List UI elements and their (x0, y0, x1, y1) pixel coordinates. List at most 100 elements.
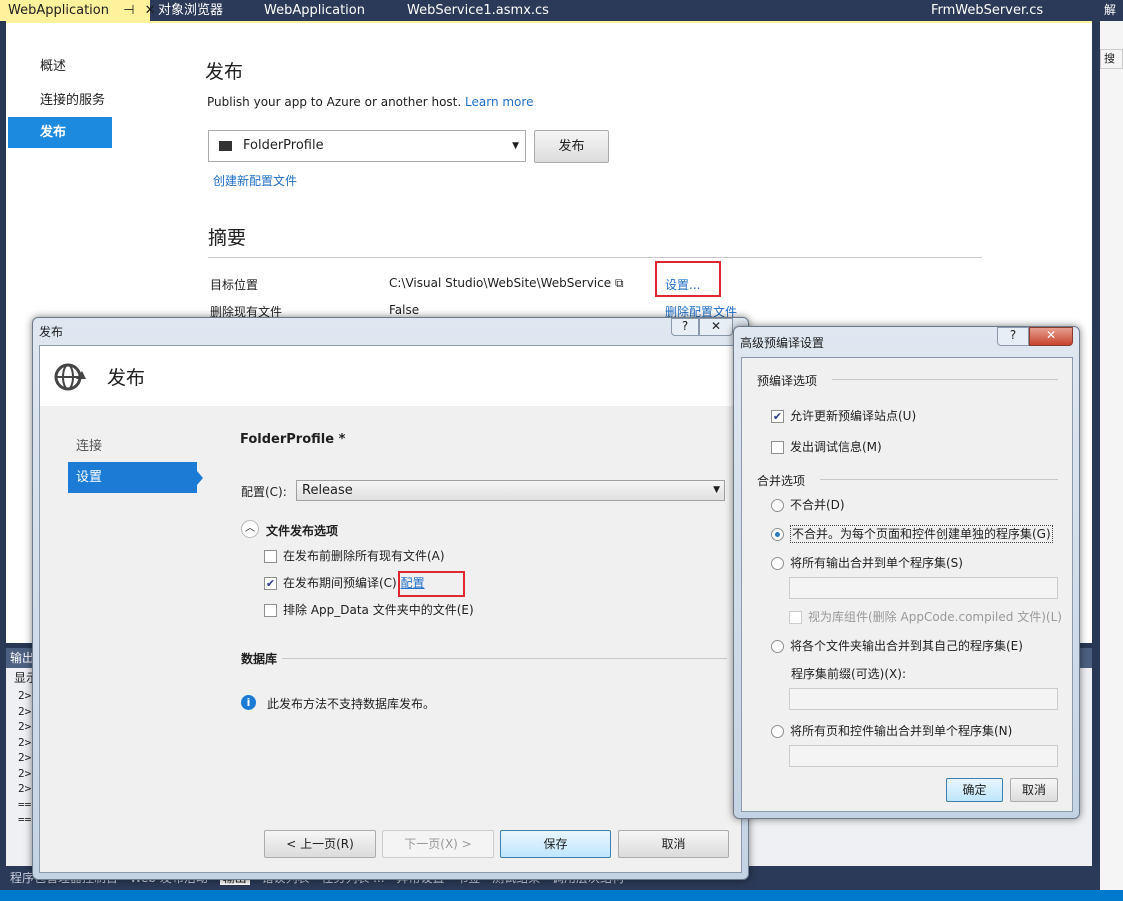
tab-webservice1[interactable]: WebService1.asmx.cs (399, 0, 557, 21)
prefix-label: 程序集前缀(可选)(X): (791, 667, 906, 681)
option-label: 视为库组件(删除 AppCode.compiled 文件)(L) (808, 610, 1062, 624)
option-label: 发出调试信息(M) (790, 440, 882, 454)
library-component-option[interactable]: 视为库组件(删除 AppCode.compiled 文件)(L) (789, 608, 1062, 625)
config-label: 配置(C): (241, 485, 287, 499)
option-label: 不合并(D) (790, 498, 845, 512)
checkbox[interactable] (264, 550, 277, 563)
option-label: 在发布前删除所有现有文件(A) (283, 549, 445, 563)
profile-select[interactable]: FolderProfile ▼ (208, 130, 526, 162)
help-button[interactable]: ? (671, 318, 699, 336)
option-label: 排除 App_Data 文件夹中的文件(E) (283, 603, 474, 617)
step-settings[interactable]: 设置 (68, 462, 197, 493)
option-label: 将各个文件夹输出合并到其自己的程序集(E) (790, 639, 1023, 653)
checkbox-disabled[interactable] (789, 611, 802, 624)
tab-webapplication[interactable]: WebApplication (256, 0, 373, 21)
step-connection[interactable]: 连接 (76, 435, 102, 454)
ok-button[interactable]: 确定 (946, 778, 1003, 802)
radio[interactable] (771, 640, 784, 653)
tab-label: WebApplication (8, 3, 109, 18)
summary-title: 摘要 (208, 227, 247, 249)
radio[interactable] (771, 725, 784, 738)
radio[interactable] (771, 499, 784, 512)
selected-arrow (197, 471, 203, 485)
chevron-down-icon: ▼ (713, 485, 720, 495)
copy-icon[interactable]: ⧉ (615, 276, 624, 290)
highlight-box (398, 571, 465, 597)
document-tab-bar: WebApplication ⊣ ✕ 对象浏览器 WebApplication … (0, 0, 1100, 21)
option-delete-existing[interactable]: 在发布前删除所有现有文件(A) (264, 547, 445, 564)
dialog-title: 发布 (39, 325, 64, 339)
cancel-button[interactable]: 取消 (1010, 778, 1058, 802)
create-profile-link[interactable]: 创建新配置文件 (213, 172, 297, 189)
option-label: 将所有页和控件输出合并到单个程序集(N) (790, 724, 1013, 738)
next-button[interactable]: 下一页(X) > (382, 830, 494, 858)
page-title: 发布 (205, 61, 244, 83)
close-button[interactable]: ✕ (699, 318, 733, 336)
globe-publish-icon (54, 363, 86, 391)
learn-more-link[interactable]: Learn more (465, 95, 533, 109)
option-label: 在发布期间预编译(C) (283, 576, 397, 590)
close-button[interactable]: ✕ (1029, 327, 1073, 346)
assembly-prefix-input[interactable] (789, 688, 1058, 710)
nav-connected-services[interactable]: 连接的服务 (8, 85, 112, 116)
config-select[interactable]: Release ▼ (296, 480, 725, 501)
merge-option-none[interactable]: 不合并(D) (771, 496, 845, 513)
status-bar (0, 890, 1123, 901)
checkbox-checked[interactable]: ✔ (771, 410, 784, 423)
help-button[interactable]: ? (997, 327, 1029, 346)
option-exclude-app-data[interactable]: 排除 App_Data 文件夹中的文件(E) (264, 601, 474, 618)
radio[interactable] (771, 557, 784, 570)
single-assembly-name-input[interactable] (789, 577, 1058, 599)
publish-button[interactable]: 发布 (534, 130, 609, 163)
file-options-title: 文件发布选项 (266, 524, 339, 538)
radio-selected[interactable] (771, 528, 784, 541)
merge-option-per-folder[interactable]: 将各个文件夹输出合并到其自己的程序集(E) (771, 637, 1023, 654)
solution-explorer-title: 解决 (1100, 0, 1123, 21)
divider (820, 479, 1058, 480)
advanced-precompile-dialog: 高级预编译设置 ? ✕ 预编译选项 ✔ 允许更新预编译站点(U) 发出调试信息(M… (733, 326, 1080, 819)
pin-icon[interactable]: ⊣ (123, 3, 134, 18)
divider (832, 379, 1058, 380)
dialog-body: 发布 连接 设置 FolderProfile * 配置(C): Release ▼… (39, 345, 742, 873)
checkbox[interactable] (264, 604, 277, 617)
merge-option-per-page[interactable]: 不合并。为每个页面和控件创建单独的程序集(G) (771, 525, 1053, 543)
dialog-header: 发布 (40, 346, 741, 406)
save-button[interactable]: 保存 (500, 830, 611, 858)
merge-group-title: 合并选项 (757, 474, 806, 488)
profile-value: FolderProfile (243, 138, 324, 153)
target-location-label: 目标位置 (210, 278, 259, 292)
subtitle-text: Publish your app to Azure or another hos… (207, 95, 462, 109)
all-pages-assembly-input[interactable] (789, 745, 1058, 767)
advanced-dialog-body: 预编译选项 ✔ 允许更新预编译站点(U) 发出调试信息(M) 合并选项 不合并(D… (741, 357, 1073, 812)
solution-explorer-panel: 解决 搜索 (1100, 0, 1123, 890)
debug-info-option[interactable]: 发出调试信息(M) (771, 438, 882, 455)
allow-update-option[interactable]: ✔ 允许更新预编译站点(U) (771, 407, 916, 424)
cancel-button[interactable]: 取消 (618, 830, 729, 858)
merge-option-single[interactable]: 将所有输出合并到单个程序集(S) (771, 554, 963, 571)
advanced-dialog-title: 高级预编译设置 (740, 336, 825, 350)
collapse-chevron-up-icon[interactable]: ︿ (241, 520, 259, 538)
dialog-header-title: 发布 (107, 367, 146, 389)
precompile-group-title: 预编译选项 (757, 374, 818, 388)
checkbox-checked[interactable]: ✔ (264, 577, 277, 590)
folder-icon (219, 141, 232, 151)
database-info: 此发布方法不支持数据库发布。 (267, 697, 436, 711)
checkbox[interactable] (771, 441, 784, 454)
highlight-box (655, 261, 721, 297)
path-text: C:\Visual Studio\WebSite\WebService (389, 276, 612, 290)
tab-webapplication-active[interactable]: WebApplication ⊣ ✕ (0, 0, 156, 21)
divider (208, 257, 982, 258)
solution-search-input[interactable]: 搜索 (1100, 49, 1123, 69)
option-label: 不合并。为每个页面和控件创建单独的程序集(G) (790, 525, 1053, 543)
delete-existing-value: False (389, 303, 420, 317)
tab-frmwebserver[interactable]: FrmWebServer.cs (923, 0, 1051, 21)
option-label: 将所有输出合并到单个程序集(S) (790, 556, 963, 570)
target-location-value: C:\Visual Studio\WebSite\WebService ⧉ (389, 276, 624, 291)
prev-button[interactable]: < 上一页(R) (264, 830, 376, 858)
divider (282, 658, 727, 659)
chevron-down-icon: ▼ (512, 141, 519, 151)
nav-overview[interactable]: 概述 (8, 51, 112, 82)
tab-object-browser[interactable]: 对象浏览器 (150, 0, 231, 21)
merge-option-all-pages[interactable]: 将所有页和控件输出合并到单个程序集(N) (771, 722, 1012, 739)
nav-publish[interactable]: 发布 (8, 117, 112, 148)
